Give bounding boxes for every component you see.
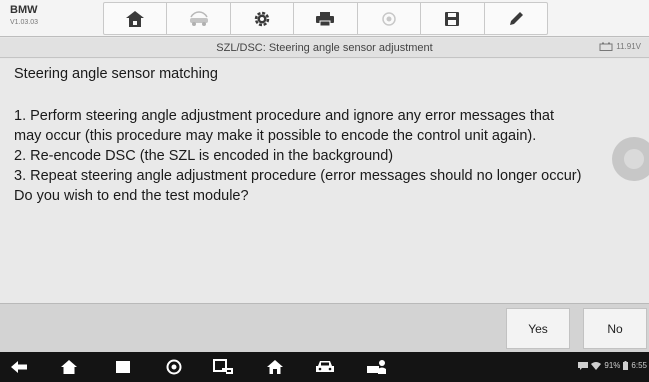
- wifi-icon: [591, 361, 602, 370]
- no-button[interactable]: No: [583, 308, 647, 349]
- message-title: Steering angle sensor matching: [14, 66, 218, 82]
- save-icon: [445, 11, 460, 26]
- edit-button[interactable]: [485, 3, 547, 34]
- message-icon: [578, 361, 589, 370]
- floating-assist-button[interactable]: [612, 137, 649, 181]
- action-bar: Yes No: [0, 303, 649, 352]
- message-line: Do you wish to end the test module?: [14, 188, 249, 204]
- vehicle-make: BMW: [10, 4, 38, 16]
- browser-icon: [166, 359, 182, 375]
- car-icon: [316, 361, 334, 372]
- message-line: 1. Perform steering angle adjustment pro…: [14, 108, 555, 124]
- save-button[interactable]: [421, 3, 485, 34]
- status-indicators: 91% 6:55: [578, 361, 647, 370]
- recent-apps-icon: [116, 361, 130, 373]
- home-icon: [126, 10, 145, 27]
- system-nav-bar: 91% 6:55: [0, 352, 649, 382]
- software-version: V1.03.03: [10, 19, 39, 26]
- print-icon: [316, 11, 335, 26]
- function-title: SZL/DSC: Steering angle sensor adjustmen…: [216, 42, 433, 54]
- vci-connect-button[interactable]: [212, 357, 234, 377]
- home-button[interactable]: [104, 3, 168, 34]
- message-line: may occur (this procedure may make it po…: [14, 128, 537, 144]
- back-icon: [11, 361, 27, 373]
- settings-gear-icon: [254, 11, 270, 26]
- system-home-button[interactable]: [58, 357, 80, 377]
- top-bar: BMW V1.03.03: [0, 0, 649, 37]
- function-header: SZL/DSC: Steering angle sensor adjustmen…: [0, 38, 649, 58]
- vehicle-info: BMW V1.03.03: [10, 4, 39, 27]
- message-body: 1. Perform steering angle adjustment pro…: [14, 106, 644, 206]
- vehicle-swap-button[interactable]: [167, 3, 231, 34]
- home-icon: [61, 360, 77, 374]
- browser-button[interactable]: [163, 357, 185, 377]
- vci-connect-icon: [213, 359, 233, 374]
- battery-percent: 91%: [604, 361, 621, 370]
- recent-apps-button[interactable]: [112, 357, 134, 377]
- message-line: 3. Repeat steering angle adjustment proc…: [14, 168, 582, 184]
- battery-icon: [623, 361, 629, 370]
- help-icon: [382, 11, 396, 26]
- battery-voltage-value: 11.91V: [616, 42, 641, 51]
- back-button[interactable]: [8, 357, 30, 377]
- car-battery-icon: [599, 42, 613, 51]
- battery-voltage: 11.91V: [599, 42, 641, 51]
- clock: 6:55: [631, 361, 647, 370]
- diagnostics-home-icon: [267, 360, 283, 374]
- diagnostics-home-button[interactable]: [264, 357, 286, 377]
- technician-icon: [367, 360, 386, 374]
- message-line: 2. Re-encode DSC (the SZL is encoded in …: [14, 148, 394, 164]
- help-button[interactable]: [358, 3, 422, 34]
- technician-button[interactable]: [366, 357, 388, 377]
- vehicle-button[interactable]: [314, 357, 336, 377]
- toolbar: [103, 2, 548, 35]
- print-button[interactable]: [294, 3, 358, 34]
- settings-button[interactable]: [231, 3, 295, 34]
- vehicle-swap-icon: [189, 10, 208, 26]
- yes-button[interactable]: Yes: [506, 308, 570, 349]
- edit-pen-icon: [509, 11, 523, 25]
